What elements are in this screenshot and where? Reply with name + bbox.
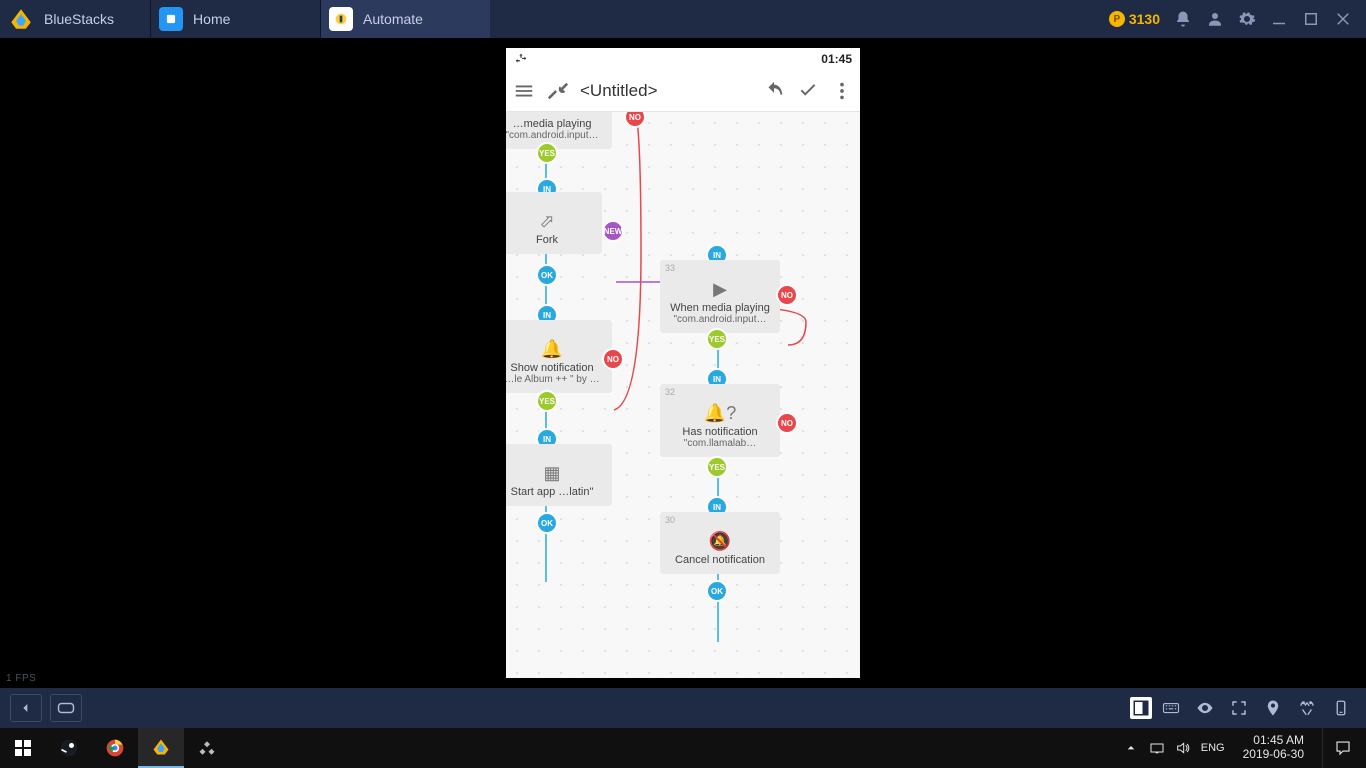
device-button[interactable]	[1326, 693, 1356, 723]
android-back-button[interactable]	[10, 694, 42, 722]
screenshot-button[interactable]	[1292, 693, 1322, 723]
block-has-notification[interactable]: 32 🔔? Has notification "com.llamalab…	[660, 384, 780, 457]
block-label: …media playing	[506, 118, 606, 130]
start-button[interactable]	[0, 728, 46, 768]
bluestacks-titlebar: BlueStacks Home Automate P 3130	[0, 0, 1366, 38]
bluestacks-right-controls: P 3130	[1095, 0, 1366, 38]
port-ok[interactable]: OK	[536, 264, 558, 286]
fork-icon: ⬀	[506, 212, 596, 230]
toggle-sidebar-button[interactable]	[1130, 697, 1152, 719]
maximize-icon[interactable]	[1302, 10, 1320, 28]
tray-network-icon[interactable]	[1149, 740, 1165, 756]
block-label: Has notification	[666, 426, 774, 438]
port-new[interactable]: NEW	[602, 220, 624, 242]
windows-taskbar: ENG 01:45 AM 2019-06-30	[0, 728, 1366, 768]
block-id: 33	[665, 263, 675, 273]
keyboard-controls-button[interactable]	[1156, 693, 1186, 723]
taskbar-app-icon[interactable]	[184, 728, 230, 768]
block-start-app[interactable]: ▦ Start app …latin"	[506, 444, 612, 506]
action-center-icon[interactable]	[1322, 728, 1362, 768]
block-cancel-notification[interactable]: 30 🔕 Cancel notification	[660, 512, 780, 574]
taskbar-bluestacks-icon[interactable]	[138, 728, 184, 768]
port-no[interactable]: NO	[602, 348, 624, 370]
app-launch-icon: ▦	[506, 464, 606, 482]
block-show-notification[interactable]: 🔔 Show notification …le Album ++ " by …	[506, 320, 612, 393]
coin-icon: P	[1109, 11, 1125, 27]
bell-off-icon: 🔕	[666, 532, 774, 550]
block-id: 30	[665, 515, 675, 525]
visibility-button[interactable]	[1190, 693, 1220, 723]
drawer-icon[interactable]	[512, 79, 536, 103]
undo-icon[interactable]	[762, 79, 786, 103]
android-screen: 01:45 <Untitled>	[506, 48, 860, 678]
block-label: When media playing	[666, 302, 774, 314]
port-no[interactable]: NO	[624, 112, 646, 128]
block-when-media-playing[interactable]: 33 ▶ When media playing "com.android.inp…	[660, 260, 780, 333]
android-clock: 01:45	[821, 52, 852, 66]
automate-title: <Untitled>	[580, 81, 658, 101]
tab-home-label: Home	[193, 11, 230, 27]
fps-overlay: 1 FPS	[6, 673, 36, 684]
block-label: Show notification	[506, 362, 606, 374]
port-yes[interactable]: YES	[706, 456, 728, 478]
settings-icon[interactable]	[1238, 10, 1256, 28]
port-yes[interactable]: YES	[536, 390, 558, 412]
rotation-lock-icon	[514, 52, 528, 66]
android-home-button[interactable]	[50, 694, 82, 722]
block-label: Cancel notification	[666, 554, 774, 566]
block-sublabel: "com.llamalab…	[666, 438, 774, 449]
notification-query-icon: 🔔?	[666, 404, 774, 422]
home-tab-icon	[159, 7, 183, 31]
fullscreen-button[interactable]	[1224, 693, 1254, 723]
tray-date: 2019-06-30	[1243, 748, 1304, 762]
tray-volume-icon[interactable]	[1175, 740, 1191, 756]
port-yes[interactable]: YES	[706, 328, 728, 350]
port-ok[interactable]: OK	[536, 512, 558, 534]
taskbar-steam-icon[interactable]	[46, 728, 92, 768]
bluestacks-logo-icon	[8, 6, 34, 32]
block-label: Fork	[506, 234, 596, 246]
close-icon[interactable]	[1334, 10, 1352, 28]
emulator-stage: 1 FPS 01:45 <Untitled>	[0, 38, 1366, 688]
tab-home[interactable]: Home	[150, 0, 320, 38]
port-no[interactable]: NO	[776, 412, 798, 434]
tray-language[interactable]: ENG	[1201, 742, 1225, 754]
flow-canvas[interactable]: …media playing "com.android.input… NO YE…	[506, 112, 860, 678]
taskbar-chrome-icon[interactable]	[92, 728, 138, 768]
tray-time: 01:45 AM	[1243, 734, 1304, 748]
coins-value: 3130	[1129, 11, 1160, 27]
play-icon: ▶	[666, 280, 774, 298]
accept-icon[interactable]	[796, 79, 820, 103]
block-sublabel: …le Album ++ " by …	[506, 374, 606, 385]
system-tray: ENG 01:45 AM 2019-06-30	[1123, 728, 1366, 768]
block-sublabel: "com.android.input…	[666, 314, 774, 325]
block-id: 32	[665, 387, 675, 397]
account-icon[interactable]	[1206, 10, 1224, 28]
bluestacks-title: BlueStacks	[44, 11, 114, 27]
notifications-icon[interactable]	[1174, 10, 1192, 28]
tray-expand-icon[interactable]	[1123, 740, 1139, 756]
coins-indicator[interactable]: P 3130	[1109, 11, 1160, 27]
automate-tab-icon	[329, 7, 353, 31]
tab-automate-label: Automate	[363, 11, 423, 27]
tools-icon[interactable]	[546, 79, 570, 103]
minimize-icon[interactable]	[1270, 10, 1288, 28]
tray-clock[interactable]: 01:45 AM 2019-06-30	[1235, 734, 1312, 762]
port-no[interactable]: NO	[776, 284, 798, 306]
location-button[interactable]	[1258, 693, 1288, 723]
tab-automate[interactable]: Automate	[320, 0, 490, 38]
block-media-playing-partial[interactable]: …media playing "com.android.input…	[506, 112, 612, 149]
bell-icon: 🔔	[506, 340, 606, 358]
port-yes[interactable]: YES	[536, 142, 558, 164]
port-ok[interactable]: OK	[706, 580, 728, 602]
overflow-menu-icon[interactable]	[830, 79, 854, 103]
android-status-bar: 01:45	[506, 48, 860, 70]
bluestacks-bottom-toolbar	[0, 688, 1366, 728]
automate-toolbar: <Untitled>	[506, 70, 860, 112]
block-label: Start app …latin"	[506, 486, 606, 498]
block-sublabel: "com.android.input…	[506, 130, 606, 141]
block-fork[interactable]: ⬀ Fork	[506, 192, 602, 254]
